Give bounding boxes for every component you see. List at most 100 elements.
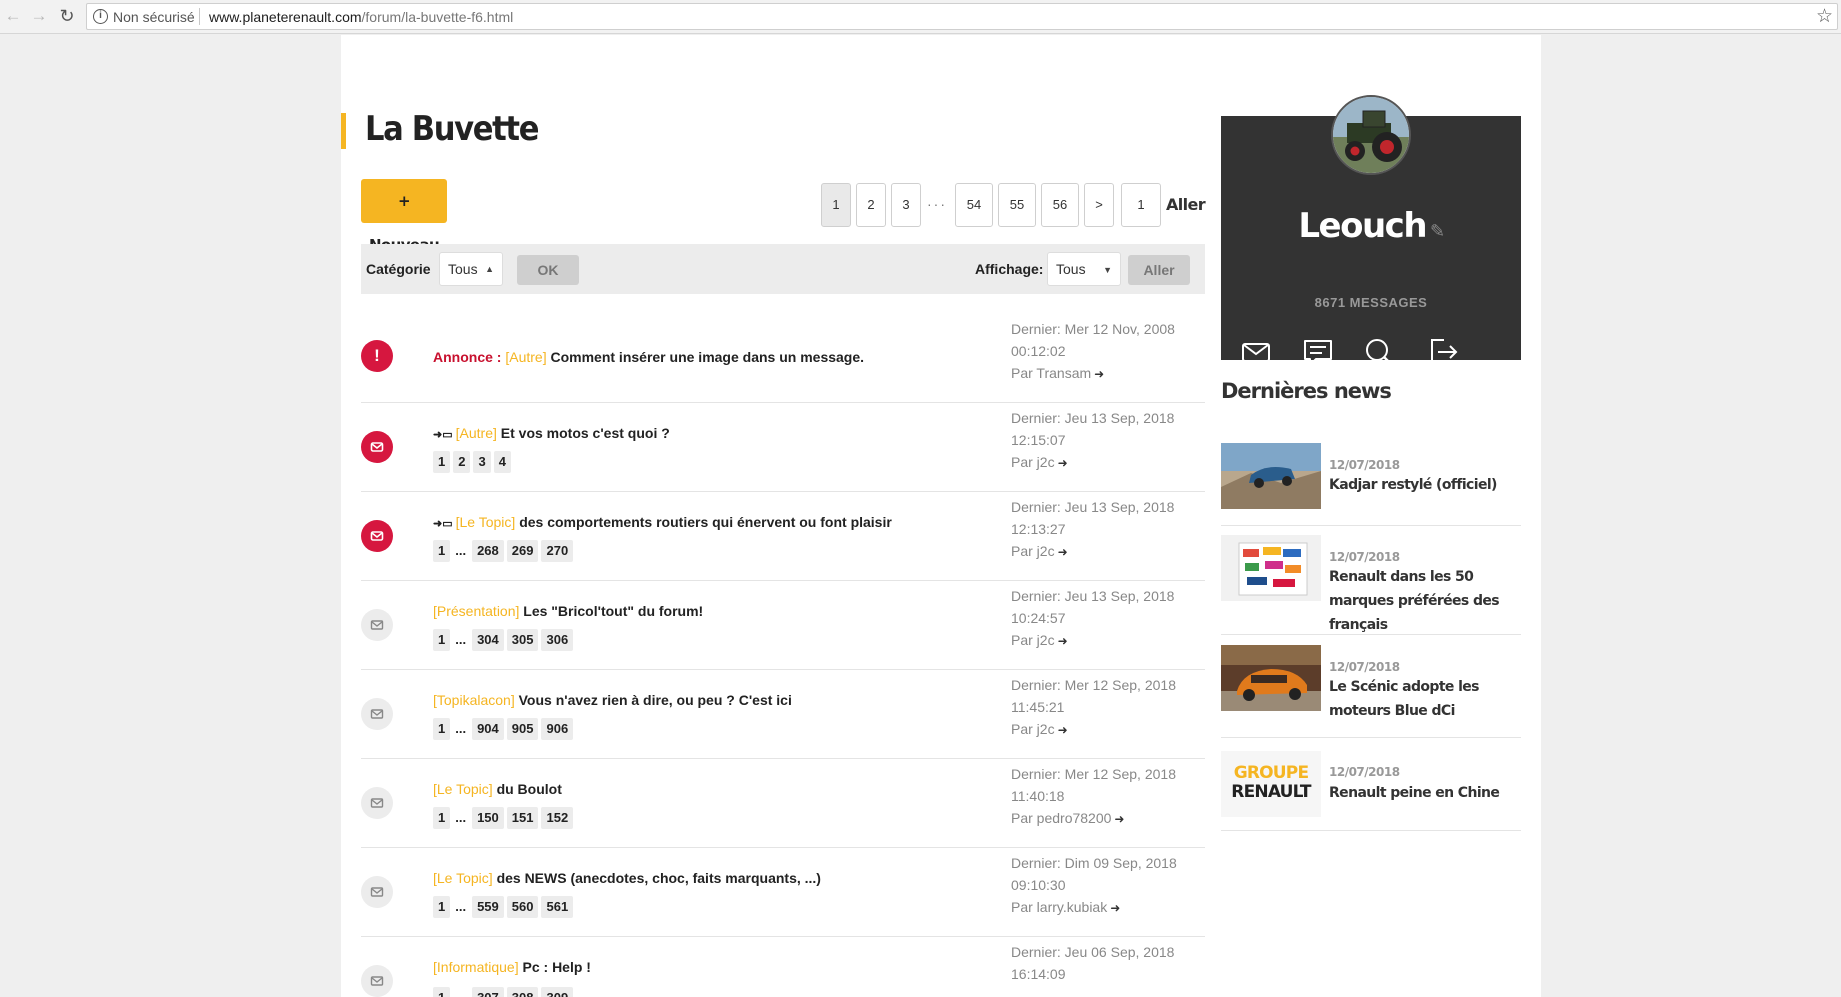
bookmark-star-icon[interactable]: ☆ — [1816, 5, 1833, 28]
topic-page-link[interactable]: 561 — [541, 896, 574, 918]
news-item[interactable]: 12/07/2018 Renault dans les 50 marques p… — [1221, 535, 1521, 635]
groupe-renault-logo[interactable]: GROUPE RENAULT — [1221, 751, 1321, 817]
page-link-1[interactable]: 1 — [821, 183, 851, 227]
news-headline[interactable]: Renault peine en Chine — [1329, 781, 1521, 805]
topic-title[interactable]: [Présentation] Les "Bricol'tout" du foru… — [433, 603, 703, 619]
topic-page-link[interactable]: 2 — [453, 451, 471, 473]
topic-title[interactable]: [Topikalacon] Vous n'avez rien à dire, o… — [433, 692, 792, 708]
pencil-icon[interactable]: ✎ — [1430, 221, 1445, 242]
page-jump-button[interactable]: Aller — [1166, 183, 1206, 227]
topic-title[interactable]: [Le Topic] des NEWS (anecdotes, choc, fa… — [433, 870, 821, 886]
category-ok-button[interactable]: OK — [517, 255, 579, 285]
news-headline[interactable]: Le Scénic adopte les moteurs Blue dCi — [1329, 675, 1521, 723]
topic-row[interactable]: [Informatique] Pc : Help ! 1... 307308309… — [361, 937, 1205, 997]
topic-page-link[interactable]: 905 — [506, 718, 539, 740]
chat-icon[interactable] — [1301, 335, 1335, 369]
display-go-button[interactable]: Aller — [1128, 255, 1190, 285]
last-post-author[interactable]: Par j2c — [1011, 632, 1055, 648]
reload-icon[interactable]: ↻ — [56, 5, 78, 27]
topic-page-link[interactable]: 308 — [506, 987, 539, 997]
topic-page-link[interactable]: 309 — [541, 987, 574, 997]
last-post-author[interactable]: Par j2c — [1011, 454, 1055, 470]
search-icon[interactable] — [1362, 335, 1396, 369]
news-item[interactable]: GROUPE RENAULT 12/07/2018 Renault peine … — [1221, 751, 1521, 831]
page-jump-input[interactable]: 1 — [1121, 183, 1161, 227]
go-to-last-post-icon[interactable]: ➜ — [1058, 545, 1068, 559]
profile-username[interactable]: Leouch ✎ — [1221, 206, 1521, 246]
topic-page-link[interactable]: 304 — [472, 629, 504, 651]
topic-page-link[interactable]: 904 — [472, 718, 504, 740]
topic-page-link[interactable]: 152 — [541, 807, 574, 829]
topic-page-link[interactable]: 1 — [433, 718, 451, 740]
topic-page-link[interactable]: 1 — [433, 807, 451, 829]
topic-title[interactable]: ➜▭ [Autre] Et vos motos c'est quoi ? — [433, 425, 670, 441]
news-headline[interactable]: Kadjar restylé (officiel) — [1329, 473, 1521, 497]
go-to-last-post-icon[interactable]: ➜ — [1058, 723, 1068, 737]
go-to-last-post-icon[interactable]: ➜ — [1114, 812, 1124, 826]
topic-page-link[interactable]: 1 — [433, 451, 451, 473]
back-icon[interactable]: ← — [2, 5, 24, 27]
topic-title[interactable]: ➜▭ [Le Topic] des comportements routiers … — [433, 514, 892, 530]
display-select[interactable]: Tous ▼ — [1047, 252, 1121, 286]
news-item[interactable]: 12/07/2018 Kadjar restylé (officiel) — [1221, 443, 1521, 526]
topic-page-link[interactable]: 559 — [472, 896, 504, 918]
topic-page-link[interactable]: 151 — [506, 807, 539, 829]
topic-page-link[interactable]: 1 — [433, 540, 451, 562]
news-thumbnail[interactable] — [1221, 443, 1321, 509]
news-headline[interactable]: Renault dans les 50 marques préférées de… — [1329, 565, 1521, 637]
url-text[interactable]: www.planeterenault.com/forum/la-buvette-… — [209, 9, 513, 25]
logout-icon[interactable] — [1426, 335, 1460, 369]
go-to-last-post-icon[interactable]: ➜ — [1110, 901, 1120, 915]
topic-title[interactable]: [Le Topic] du Boulot — [433, 781, 562, 797]
topic-page-link[interactable]: 268 — [472, 540, 504, 562]
last-post-author[interactable]: Par larry.kubiak — [1011, 899, 1107, 915]
topic-page-link[interactable]: 306 — [541, 629, 574, 651]
category-select[interactable]: Tous ▲ — [439, 252, 503, 286]
topic-row[interactable]: [Topikalacon] Vous n'avez rien à dire, o… — [361, 670, 1205, 759]
info-icon[interactable]: i — [93, 9, 108, 24]
topic-page-link[interactable]: 150 — [472, 807, 504, 829]
page-link-55[interactable]: 55 — [998, 183, 1036, 227]
new-topic-button[interactable]: + Nouveau — [361, 179, 447, 254]
topic-page-link[interactable]: 3 — [473, 451, 491, 473]
topic-row[interactable]: ➜▭ [Le Topic] des comportements routiers … — [361, 492, 1205, 581]
last-post-author[interactable]: Par Transam — [1011, 365, 1091, 381]
last-post-author[interactable]: Par pedro78200 — [1011, 810, 1111, 826]
topic-page-link[interactable]: 906 — [541, 718, 574, 740]
last-post-author[interactable]: Par j2c — [1011, 721, 1055, 737]
topic-page-link[interactable]: 1 — [433, 896, 451, 918]
topic-page-link[interactable]: 307 — [472, 987, 504, 997]
mail-icon[interactable] — [1239, 335, 1273, 369]
topic-row[interactable]: [Présentation] Les "Bricol'tout" du foru… — [361, 581, 1205, 670]
topic-page-link[interactable]: 1 — [433, 629, 451, 651]
go-to-last-post-icon[interactable]: ➜ — [1058, 634, 1068, 648]
last-post-time: 16:14:09 — [1011, 966, 1066, 982]
topic-page-link[interactable]: 270 — [541, 540, 574, 562]
next-page-button[interactable]: > — [1084, 183, 1114, 227]
avatar[interactable] — [1331, 95, 1411, 175]
topic-title[interactable]: Annonce : [Autre] Comment insérer une im… — [433, 349, 864, 365]
forward-icon[interactable]: → — [28, 5, 50, 27]
news-thumbnail[interactable] — [1221, 535, 1321, 601]
news-thumbnail[interactable] — [1221, 645, 1321, 711]
topic-row[interactable]: [Le Topic] du Boulot 1... 150 151 152 Derni… — [361, 759, 1205, 848]
topic-page-link[interactable]: 560 — [506, 896, 539, 918]
page-link-2[interactable]: 2 — [856, 183, 886, 227]
topic-page-link[interactable]: 305 — [506, 629, 539, 651]
topic-page-link[interactable]: 1 — [433, 987, 451, 997]
message-count[interactable]: 8671 MESSAGES — [1221, 295, 1521, 310]
page-link-54[interactable]: 54 — [955, 183, 993, 227]
page-link-3[interactable]: 3 — [891, 183, 921, 227]
page-link-56[interactable]: 56 — [1041, 183, 1079, 227]
topic-row[interactable]: [Le Topic] des NEWS (anecdotes, choc, fa… — [361, 848, 1205, 937]
address-bar[interactable]: i Non sécurisé www.planeterenault.com/fo… — [86, 3, 1838, 30]
topic-title[interactable]: [Informatique] Pc : Help ! — [433, 959, 591, 975]
last-post-author[interactable]: Par j2c — [1011, 543, 1055, 559]
topic-page-link[interactable]: 4 — [493, 451, 511, 473]
news-item[interactable]: 12/07/2018 Le Scénic adopte les moteurs … — [1221, 645, 1521, 738]
go-to-last-post-icon[interactable]: ➜ — [1094, 367, 1104, 381]
topic-row[interactable]: ! Annonce : [Autre] Comment insérer une … — [361, 314, 1205, 403]
topic-row[interactable]: ➜▭ [Autre] Et vos motos c'est quoi ? 1234… — [361, 403, 1205, 492]
topic-page-link[interactable]: 269 — [506, 540, 539, 562]
go-to-last-post-icon[interactable]: ➜ — [1058, 456, 1068, 470]
